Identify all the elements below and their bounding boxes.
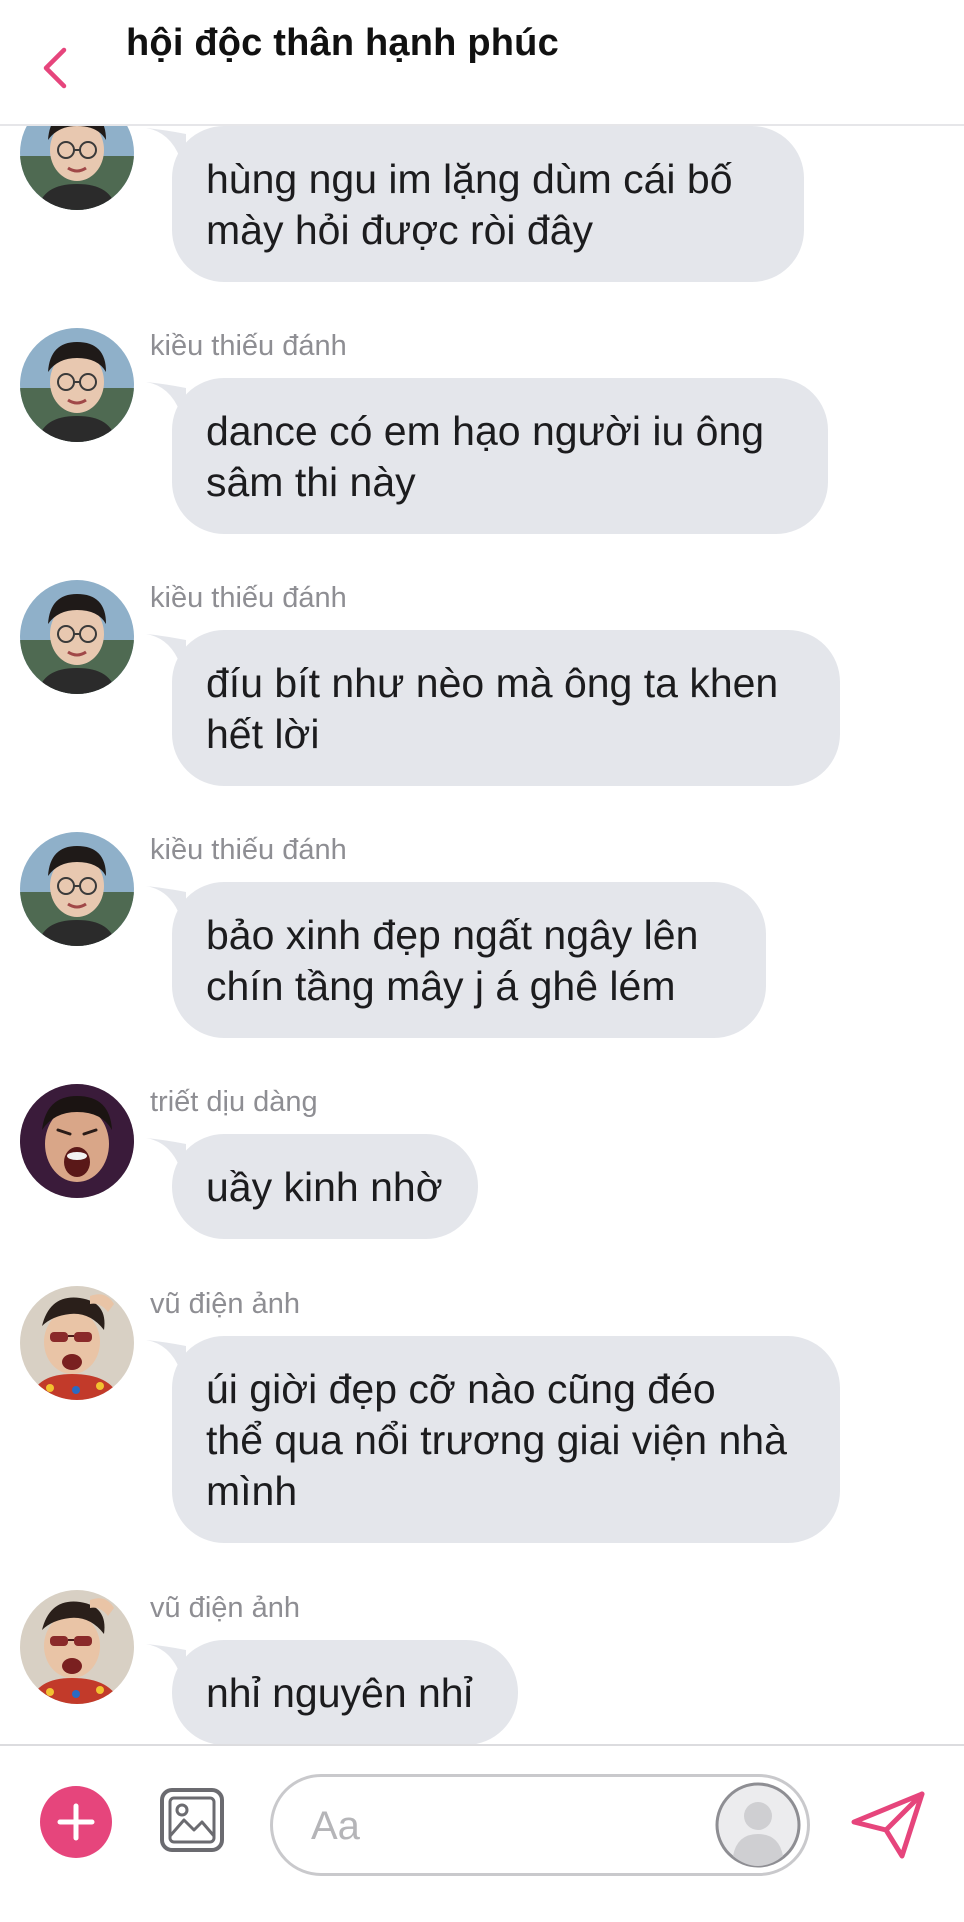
message-line: mình — [206, 1468, 298, 1514]
message-bubble[interactable]: dance có em hạo người iu ông sâm thi này — [172, 378, 828, 534]
message-bubble[interactable]: uầy kinh nhờ — [172, 1134, 478, 1239]
chevron-left-icon — [43, 47, 67, 89]
sender-name: vũ điện ảnh — [150, 1288, 300, 1320]
message-line: úi giời đẹp cỡ nào cũng đéo — [206, 1366, 716, 1412]
message-line: sâm thi này — [206, 459, 416, 505]
avatar-glasses-boy-icon — [20, 832, 134, 946]
chat-header: hội độc thân hạnh phúc — [0, 0, 964, 126]
image-button[interactable] — [158, 1786, 226, 1854]
send-button[interactable] — [850, 1790, 926, 1860]
message-line: hùng ngu im lặng dùm cái bố — [206, 156, 733, 202]
avatar[interactable] — [20, 1084, 134, 1198]
chat-title[interactable]: hội độc thân hạnh phúc — [126, 22, 559, 65]
message-item: triết dịu dàng uầy kinh nhờ — [0, 1084, 964, 1268]
message-list[interactable]: hùng ngu im lặng dùm cái bố mày hỏi được… — [0, 126, 964, 1744]
message-input-container[interactable] — [270, 1774, 810, 1876]
avatar-sunglasses-boy-icon — [20, 1286, 134, 1400]
message-bubble[interactable]: đíu bít như nèo mà ông ta khen hết lời — [172, 630, 840, 786]
message-line: thể qua nổi trương giai viện nhà — [206, 1417, 787, 1463]
send-icon — [851, 1791, 925, 1859]
avatar[interactable] — [20, 328, 134, 442]
sender-name: vũ điện ảnh — [150, 1592, 300, 1624]
message-input[interactable] — [309, 1799, 673, 1853]
sender-name: kiều thiếu đánh — [150, 834, 347, 866]
message-item: kiều thiếu đánh đíu bít như nèo mà ông t… — [0, 580, 964, 810]
sender-name: kiều thiếu đánh — [150, 582, 347, 614]
avatar-glasses-boy-icon — [20, 328, 134, 442]
profile-button[interactable] — [715, 1782, 801, 1868]
message-item: vũ điện ảnh nhỉ nguyên nhỉ — [0, 1590, 964, 1744]
message-line: nhỉ nguyên nhỉ — [206, 1670, 473, 1716]
message-bubble[interactable]: úi giời đẹp cỡ nào cũng đéo thể qua nổi … — [172, 1336, 840, 1543]
sender-name: kiều thiếu đánh — [150, 330, 347, 362]
plus-icon — [57, 1803, 95, 1841]
avatar[interactable] — [20, 126, 134, 210]
message-line: dance có em hạo người iu ông — [206, 408, 765, 454]
message-item: hùng ngu im lặng dùm cái bố mày hỏi được… — [0, 126, 964, 296]
avatar[interactable] — [20, 1286, 134, 1400]
add-button[interactable] — [40, 1786, 112, 1858]
avatar[interactable] — [20, 1590, 134, 1704]
message-item: kiều thiếu đánh bảo xinh đẹp ngất ngây l… — [0, 832, 964, 1062]
message-composer — [0, 1744, 964, 1922]
message-line: bảo xinh đẹp ngất ngây lên — [206, 912, 699, 958]
message-line: đíu bít như nèo mà ông ta khen — [206, 660, 779, 706]
avatar[interactable] — [20, 832, 134, 946]
message-line: chín tầng mây j á ghê lém — [206, 963, 676, 1009]
user-placeholder-icon — [715, 1782, 801, 1868]
message-line: uầy kinh nhờ — [206, 1164, 443, 1210]
message-bubble[interactable]: nhỉ nguyên nhỉ — [172, 1640, 518, 1744]
avatar-sunglasses-boy-icon — [20, 1590, 134, 1704]
message-item: vũ điện ảnh úi giời đẹp cỡ nào cũng đéo — [0, 1286, 964, 1566]
avatar-shouting-boy-icon — [20, 1084, 134, 1198]
message-line: mày hỏi được ròi đây — [206, 207, 594, 253]
avatar-glasses-boy-icon — [20, 126, 134, 210]
message-item: kiều thiếu đánh dance có em hạo người iu… — [0, 328, 964, 558]
image-icon — [160, 1788, 224, 1852]
sender-name: triết dịu dàng — [150, 1086, 318, 1118]
message-bubble[interactable]: hùng ngu im lặng dùm cái bố mày hỏi được… — [172, 126, 804, 282]
avatar[interactable] — [20, 580, 134, 694]
message-bubble[interactable]: bảo xinh đẹp ngất ngây lên chín tầng mây… — [172, 882, 766, 1038]
avatar-glasses-boy-icon — [20, 580, 134, 694]
back-button[interactable] — [34, 40, 78, 96]
message-line: hết lời — [206, 711, 320, 757]
